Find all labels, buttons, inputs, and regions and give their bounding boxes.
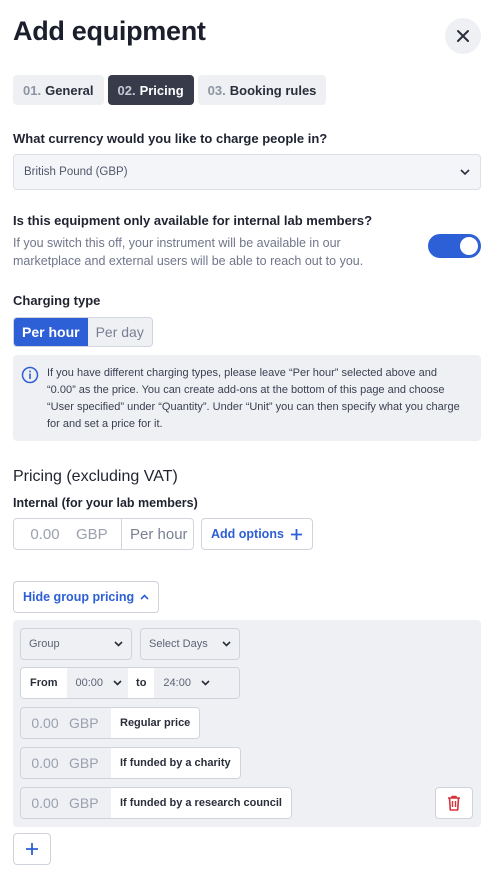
tab-booking-rules[interactable]: 03. Booking rules <box>197 75 327 105</box>
add-options-label: Add options <box>211 527 284 541</box>
group-price-currency: GBP <box>69 748 111 778</box>
days-select[interactable]: Select Days <box>140 628 240 660</box>
delete-group-button[interactable] <box>435 787 473 819</box>
group-price-name: Regular price <box>111 708 200 738</box>
plus-icon <box>290 528 302 540</box>
chevron-down-icon <box>201 680 210 686</box>
info-text: If you have different charging types, pl… <box>47 367 460 430</box>
step-tabs: 01. General 02. Pricing 03. Booking rules <box>13 75 327 105</box>
charging-type-per-day[interactable]: Per day <box>87 318 152 346</box>
group-price-amount: 0.00 <box>21 788 69 818</box>
charging-type-per-hour[interactable]: Per hour <box>14 318 88 346</box>
chevron-down-icon <box>114 641 123 647</box>
close-button[interactable] <box>445 18 481 54</box>
group-price-name: If funded by a charity <box>111 748 240 778</box>
group-select-value: Group <box>29 638 60 650</box>
from-label: From <box>21 668 67 698</box>
group-price-name: If funded by a research council <box>111 788 291 818</box>
from-time-value: 00:00 <box>75 677 104 689</box>
info-icon <box>21 366 39 384</box>
charging-type-selector: Per hour Per day <box>13 317 153 347</box>
close-icon <box>457 30 469 42</box>
internal-price-label: Internal (for your lab members) <box>13 496 198 510</box>
to-time-select[interactable]: 24:00 <box>154 668 239 698</box>
group-pricing-panel: Group Select Days From 00:00 to 24:00 0.… <box>13 620 481 827</box>
group-select[interactable]: Group <box>20 628 132 660</box>
to-label: to <box>128 668 155 698</box>
from-time-select[interactable]: 00:00 <box>66 668 129 698</box>
price-unit: Per hour <box>121 519 193 549</box>
hide-group-pricing-button[interactable]: Hide group pricing <box>13 581 160 613</box>
toggle-knob <box>460 237 478 255</box>
trash-icon <box>448 795 460 811</box>
chevron-down-icon <box>460 169 470 175</box>
chevron-down-icon <box>222 641 231 647</box>
internal-only-question: Is this equipment only available for int… <box>13 213 373 228</box>
group-price-amount: 0.00 <box>21 748 69 778</box>
hide-group-pricing-label: Hide group pricing <box>23 590 135 604</box>
currency-question: What currency would you like to charge p… <box>13 131 328 146</box>
pricing-heading: Pricing (excluding VAT) <box>13 468 178 485</box>
group-price-row[interactable]: 0.00 GBP If funded by a research council <box>20 787 292 819</box>
group-price-amount: 0.00 <box>21 708 69 738</box>
info-box: If you have different charging types, pl… <box>13 355 481 441</box>
plus-icon <box>26 843 38 855</box>
currency-selected-value: British Pound (GBP) <box>24 166 128 178</box>
currency-select[interactable]: British Pound (GBP) <box>13 154 481 190</box>
days-select-value: Select Days <box>149 638 208 650</box>
group-price-row[interactable]: 0.00 GBP If funded by a charity <box>20 747 241 779</box>
internal-only-help: If you switch this off, your instrument … <box>13 236 364 268</box>
charging-type-label: Charging type <box>13 293 101 308</box>
group-price-currency: GBP <box>69 788 111 818</box>
add-options-button[interactable]: Add options <box>201 518 313 550</box>
page-title: Add equipment <box>13 16 206 46</box>
group-price-currency: GBP <box>69 708 111 738</box>
tab-general[interactable]: 01. General <box>13 75 104 105</box>
price-currency: GBP <box>76 525 108 543</box>
chevron-down-icon <box>113 680 122 686</box>
internal-price-input[interactable]: 0.00 GBP Per hour <box>13 518 194 550</box>
add-group-button[interactable] <box>13 833 51 865</box>
price-amount: 0.00 <box>30 525 60 543</box>
tab-pricing[interactable]: 02. Pricing <box>107 75 194 105</box>
to-time-value: 24:00 <box>163 677 191 689</box>
group-price-row[interactable]: 0.00 GBP Regular price <box>20 707 201 739</box>
time-range: From 00:00 to 24:00 <box>20 667 240 699</box>
chevron-up-icon <box>140 594 149 600</box>
internal-only-toggle[interactable] <box>428 234 481 258</box>
